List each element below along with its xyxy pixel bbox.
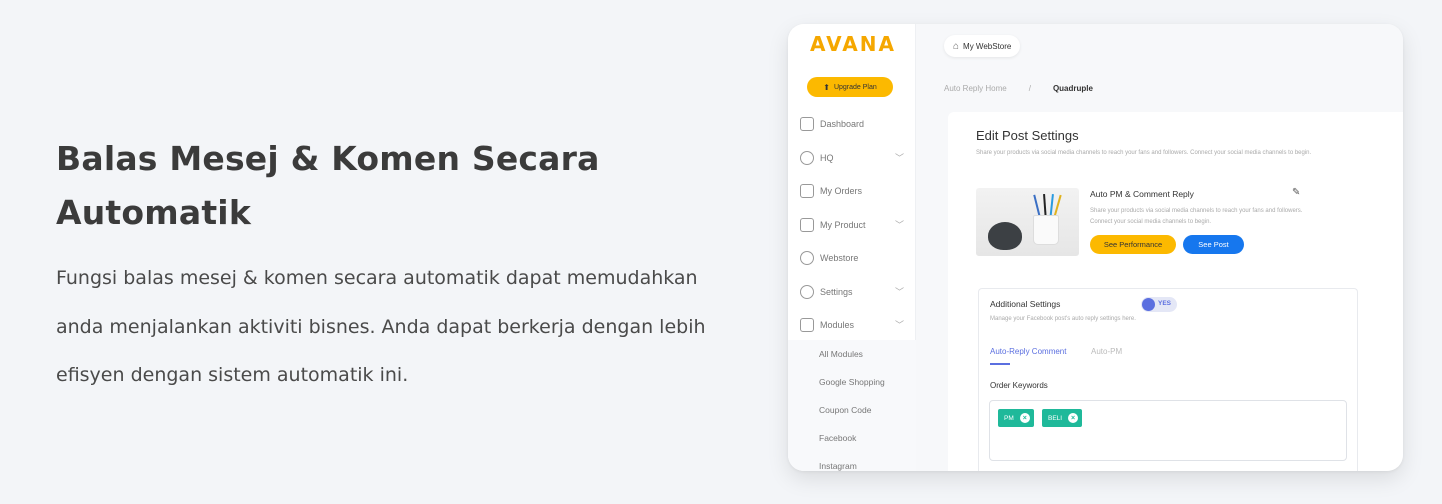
upgrade-plan-label: Upgrade Plan <box>833 83 877 91</box>
keyword-chip: BELI × <box>1042 409 1083 427</box>
sidebar-item-label: Modules <box>820 320 855 330</box>
chevron-down-icon: ﹀ <box>894 153 904 163</box>
upgrade-plan-button[interactable]: ⬆ Upgrade Plan <box>807 77 893 97</box>
page-subtitle: Share your products via social media cha… <box>976 150 1312 156</box>
hero-title: Balas Mesej & Komen Secara Automatik <box>56 139 600 232</box>
additional-settings-panel: Additional Settings YES Manage your Face… <box>978 288 1358 471</box>
page-title: Edit Post Settings <box>976 128 1079 143</box>
product-icon <box>800 218 814 232</box>
remove-icon[interactable]: × <box>1019 413 1030 423</box>
edit-post-card: Edit Post Settings Share your products v… <box>948 112 1403 471</box>
keyword-chip-label: PM <box>1004 414 1014 422</box>
sidebar-item-label: My Orders <box>820 186 863 196</box>
tab-auto-reply-comment[interactable]: Auto-Reply Comment <box>990 347 1066 356</box>
breadcrumb: Auto Reply Home / Quadruple <box>944 84 1093 93</box>
submenu-item-coupon-code[interactable]: Coupon Code <box>819 405 871 415</box>
sidebar-item-modules[interactable]: Modules ﹀ <box>788 315 916 335</box>
toggle-label: YES <box>1158 300 1172 307</box>
sidebar-item-label: Dashboard <box>820 119 865 129</box>
sidebar-item-my-product[interactable]: My Product ﹀ <box>788 215 916 235</box>
sidebar-item-webstore[interactable]: Webstore <box>788 248 916 268</box>
sidebar-item-settings[interactable]: Settings ﹀ <box>788 282 916 302</box>
modules-submenu: All Modules Google Shopping Coupon Code … <box>788 340 916 471</box>
chevron-down-icon: ﹀ <box>894 287 904 297</box>
app-screenshot: AVANA ⬆ Upgrade Plan Dashboard HQ ﹀ My O… <box>788 24 1403 471</box>
modules-icon <box>800 318 814 332</box>
avana-logo: AVANA <box>810 32 896 56</box>
sidebar-item-label: My Product <box>820 220 866 230</box>
submenu-item-all-modules[interactable]: All Modules <box>819 349 863 359</box>
remove-icon[interactable]: × <box>1068 413 1079 423</box>
chevron-down-icon: ﹀ <box>894 220 904 230</box>
sidebar: AVANA ⬆ Upgrade Plan Dashboard HQ ﹀ My O… <box>788 24 916 471</box>
submenu-item-instagram[interactable]: Instagram <box>819 461 857 471</box>
breadcrumb-parent[interactable]: Auto Reply Home <box>944 84 1007 93</box>
store-icon: ⌂ <box>953 40 960 52</box>
keyword-chip: PM × <box>998 409 1034 427</box>
additional-settings-title: Additional Settings <box>990 299 1061 309</box>
dashboard-icon <box>800 117 814 131</box>
tab-auto-pm[interactable]: Auto-PM <box>1091 347 1122 356</box>
sidebar-item-label: Webstore <box>820 253 859 263</box>
sidebar-item-dashboard[interactable]: Dashboard <box>788 114 916 134</box>
post-description: Share your products via social media cha… <box>1090 208 1303 225</box>
hq-icon <box>800 151 814 165</box>
pencil-icon[interactable]: ✎ <box>1292 187 1300 198</box>
toggle-knob <box>1142 298 1155 311</box>
chevron-down-icon: ﹀ <box>894 320 904 330</box>
breadcrumb-separator: / <box>1028 84 1031 93</box>
submenu-item-google-shopping[interactable]: Google Shopping <box>819 377 885 387</box>
orders-icon <box>800 184 814 198</box>
sidebar-item-my-orders[interactable]: My Orders <box>788 181 916 201</box>
post-thumbnail <box>976 188 1079 256</box>
webstore-icon <box>800 251 814 265</box>
hero-description: Fungsi balas mesej & komen secara automa… <box>56 267 706 386</box>
topbar: ⌂ My WebStore <box>917 24 1403 70</box>
sidebar-item-label: HQ <box>820 153 834 163</box>
gear-icon <box>800 285 814 299</box>
webstore-selector[interactable]: ⌂ My WebStore <box>944 35 1021 57</box>
see-performance-button[interactable]: See Performance <box>1090 235 1176 254</box>
active-tab-indicator <box>990 363 1010 365</box>
breadcrumb-current: Quadruple <box>1052 84 1093 93</box>
see-post-button[interactable]: See Post <box>1183 235 1244 254</box>
hero-section: Balas Mesej & Komen Secara Automatik Fun… <box>56 132 716 400</box>
keyword-chip-label: BELI <box>1048 414 1063 422</box>
sidebar-item-label: Settings <box>820 287 853 297</box>
sidebar-item-hq[interactable]: HQ ﹀ <box>788 148 916 168</box>
order-keywords-input[interactable]: PM × BELI × <box>989 400 1347 461</box>
additional-settings-subtitle: Manage your Facebook post's auto reply s… <box>990 316 1136 322</box>
webstore-label: My WebStore <box>963 41 1012 51</box>
order-keywords-label: Order Keywords <box>990 381 1048 390</box>
post-title: Auto PM & Comment Reply <box>1090 189 1194 199</box>
submenu-item-facebook[interactable]: Facebook <box>819 433 856 443</box>
auto-reply-toggle[interactable]: YES <box>1141 297 1177 312</box>
upload-icon: ⬆ <box>823 82 830 92</box>
